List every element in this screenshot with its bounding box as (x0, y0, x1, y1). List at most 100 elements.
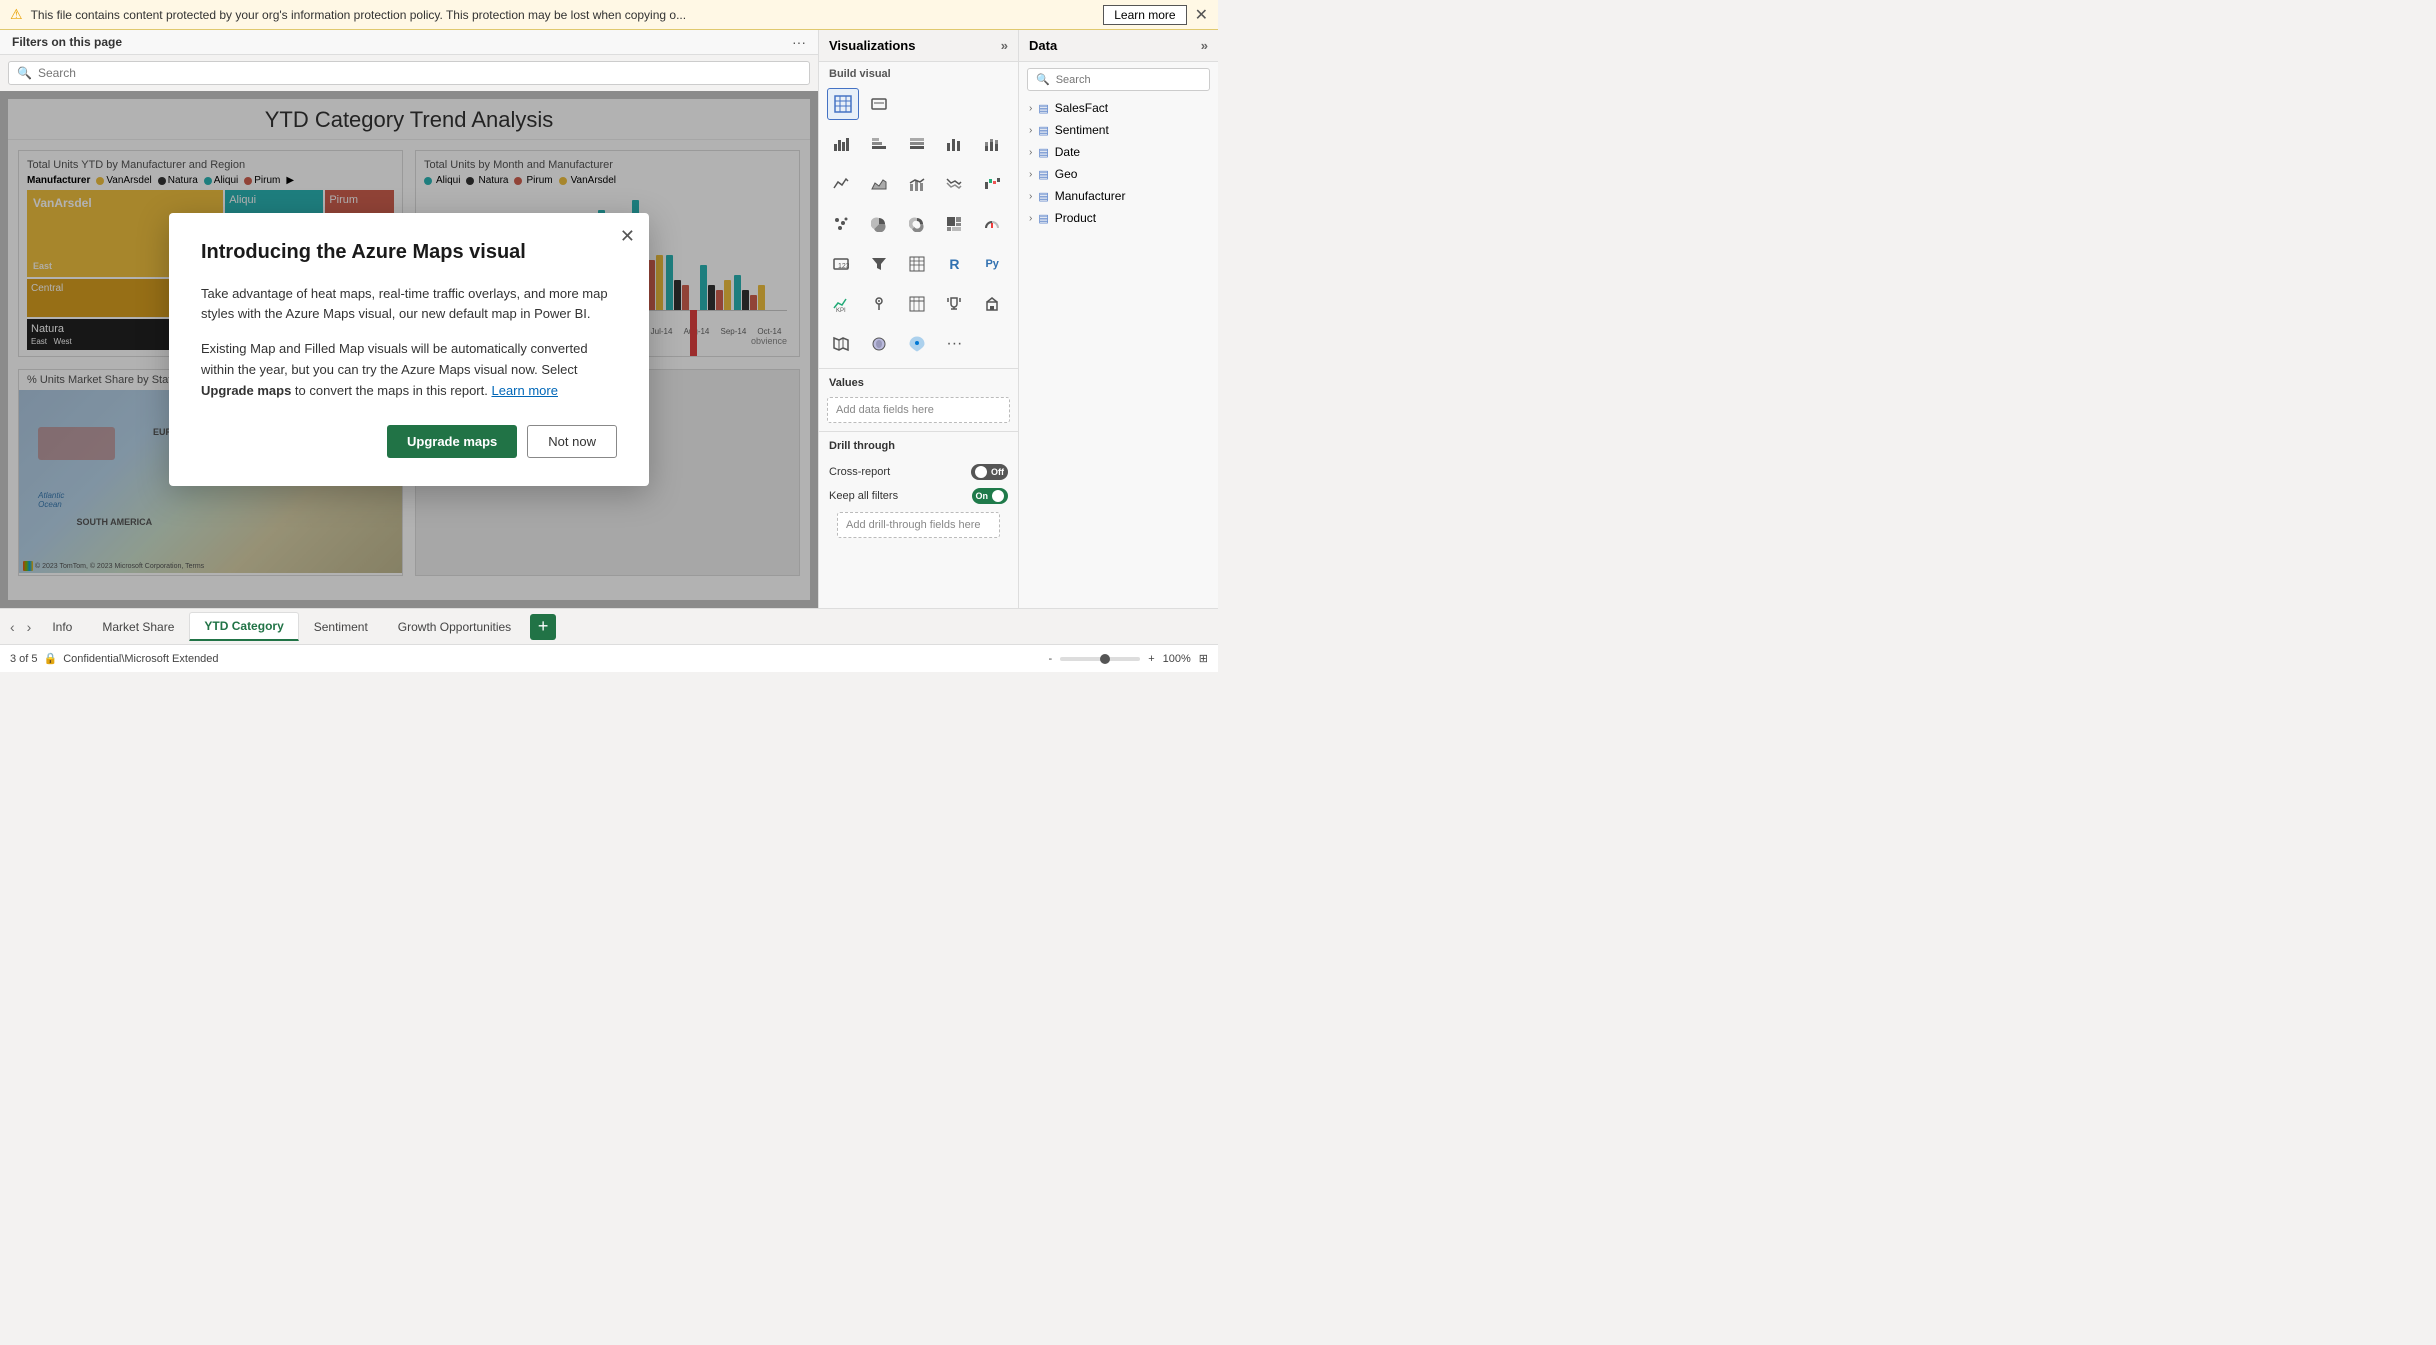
viz-trophy-icon[interactable] (938, 288, 970, 320)
viz-filled-map-icon[interactable] (863, 328, 895, 360)
viz-line-icon[interactable] (825, 168, 857, 200)
app-container: ⚠ This file contains content protected b… (0, 0, 1218, 672)
tabs-bar: ‹ › Info Market Share YTD Category Senti… (0, 608, 1218, 644)
drill-section-title: Drill through (819, 436, 1018, 456)
viz-python-icon[interactable]: Py (976, 248, 1008, 280)
values-add-field[interactable]: Add data fields here (827, 397, 1010, 423)
tab-growth[interactable]: Growth Opportunities (383, 613, 526, 640)
modal-paragraph-2: Existing Map and Filled Map visuals will… (201, 339, 617, 401)
canvas-search-box[interactable]: 🔍 (8, 61, 810, 85)
svg-text:123: 123 (838, 263, 849, 270)
manufacturer-chevron: › (1029, 191, 1032, 202)
viz-ribbon-icon[interactable] (938, 168, 970, 200)
viz-100-bar-icon[interactable] (901, 128, 933, 160)
data-search-icon: 🔍 (1036, 73, 1050, 86)
zoom-slider[interactable] (1060, 657, 1140, 661)
viz-divider-values (819, 368, 1018, 369)
tab-prev-button[interactable]: ‹ (4, 619, 21, 635)
filters-label: Filters on this page (12, 35, 122, 49)
fit-icon[interactable]: ⊞ (1199, 652, 1208, 665)
cross-report-toggle[interactable]: Off (971, 464, 1008, 480)
viz-stacked-bar-icon[interactable] (863, 128, 895, 160)
viz-azure-map-icon[interactable] (901, 328, 933, 360)
viz-top-icons (819, 84, 1018, 124)
visualizations-panel: Visualizations » Build visual (818, 30, 1018, 608)
data-item-product[interactable]: › ▤ Product (1019, 207, 1218, 229)
date-table-icon: ▤ (1038, 146, 1048, 159)
viz-scatter-icon[interactable] (825, 208, 857, 240)
banner-close-icon[interactable]: ✕ (1195, 5, 1208, 25)
data-search-input[interactable] (1056, 74, 1201, 86)
confidential-label: Confidential\Microsoft Extended (63, 653, 218, 665)
viz-treemap-icon[interactable] (938, 208, 970, 240)
canvas-search-input[interactable] (38, 66, 801, 80)
viz-column-chart-icon[interactable] (938, 128, 970, 160)
viz-expand-icon[interactable]: » (1001, 38, 1008, 53)
keep-filters-row: Keep all filters On (829, 484, 1008, 508)
viz-waterfall-icon[interactable] (976, 168, 1008, 200)
modal-close-button[interactable]: ✕ (620, 227, 635, 245)
viz-card-icon[interactable] (863, 88, 895, 120)
tab-sentiment[interactable]: Sentiment (299, 613, 383, 640)
viz-matrix-icon[interactable] (901, 248, 933, 280)
viz-r-icon[interactable]: R (938, 248, 970, 280)
tab-market-share[interactable]: Market Share (87, 613, 189, 640)
upgrade-maps-button[interactable]: Upgrade maps (387, 425, 517, 458)
tab-info[interactable]: Info (37, 613, 87, 640)
modal-footer: Upgrade maps Not now (201, 425, 617, 458)
viz-donut-icon[interactable] (901, 208, 933, 240)
viz-table-icon[interactable] (827, 88, 859, 120)
tab-next-button[interactable]: › (21, 619, 38, 635)
keep-filters-toggle[interactable]: On (972, 488, 1009, 504)
not-now-button[interactable]: Not now (527, 425, 617, 458)
viz-card2-icon[interactable]: 123 (825, 248, 857, 280)
learn-more-button[interactable]: Learn more (1103, 5, 1186, 25)
viz-icons-grid-5: KPI (819, 284, 1018, 324)
viz-custom-icon[interactable] (976, 288, 1008, 320)
viz-slicer-icon[interactable] (863, 288, 895, 320)
add-tab-button[interactable]: + (530, 614, 556, 640)
zoom-plus-button[interactable]: + (1148, 653, 1154, 665)
data-expand-icon[interactable]: » (1201, 38, 1208, 53)
product-label: Product (1055, 211, 1096, 225)
data-search-box[interactable]: 🔍 (1027, 68, 1210, 91)
drill-section: Cross-report Off Keep all filters On Add… (819, 456, 1018, 546)
sentiment-label: Sentiment (1055, 123, 1109, 137)
viz-map-icon[interactable] (825, 328, 857, 360)
viz-icons-grid-1 (819, 124, 1018, 164)
viz-gauge-icon[interactable] (976, 208, 1008, 240)
viz-icons-grid-4: 123 R Py (819, 244, 1018, 284)
keep-filters-label: Keep all filters (829, 490, 898, 502)
zoom-minus-button[interactable]: - (1049, 653, 1053, 665)
viz-panel-title: Visualizations (829, 38, 915, 53)
viz-line-column-icon[interactable] (901, 168, 933, 200)
geo-table-icon: ▤ (1038, 168, 1048, 181)
data-item-salesfact[interactable]: › ▤ SalesFact (1019, 97, 1218, 119)
zoom-slider-thumb (1100, 654, 1110, 664)
date-chevron: › (1029, 147, 1032, 158)
viz-stacked-column-icon[interactable] (976, 128, 1008, 160)
cross-report-row: Cross-report Off (829, 460, 1008, 484)
filters-more-icon[interactable]: ··· (792, 34, 806, 50)
data-item-date[interactable]: › ▤ Date (1019, 141, 1218, 163)
geo-chevron: › (1029, 169, 1032, 180)
data-item-geo[interactable]: › ▤ Geo (1019, 163, 1218, 185)
modal-title: Introducing the Azure Maps visual (201, 241, 617, 264)
modal-learn-more-link[interactable]: Learn more (491, 383, 557, 398)
viz-panel-header: Visualizations » (819, 30, 1018, 62)
viz-more-icon[interactable]: ··· (938, 328, 970, 360)
azure-maps-modal: ✕ Introducing the Azure Maps visual Take… (169, 213, 649, 487)
drill-add-field[interactable]: Add drill-through fields here (837, 512, 1000, 538)
viz-kpi-icon[interactable]: KPI (825, 288, 857, 320)
viz-table2-icon[interactable] (901, 288, 933, 320)
data-item-sentiment[interactable]: › ▤ Sentiment (1019, 119, 1218, 141)
viz-filter-icon[interactable] (863, 248, 895, 280)
data-item-manufacturer[interactable]: › ▤ Manufacturer (1019, 185, 1218, 207)
viz-bar-chart-icon[interactable] (825, 128, 857, 160)
viz-pie-icon[interactable] (863, 208, 895, 240)
tab-ytd-category[interactable]: YTD Category (189, 612, 298, 641)
filters-bar: Filters on this page ··· (0, 30, 818, 55)
cross-report-knob (975, 466, 987, 478)
viz-area-icon[interactable] (863, 168, 895, 200)
keep-filters-state: On (976, 491, 989, 501)
